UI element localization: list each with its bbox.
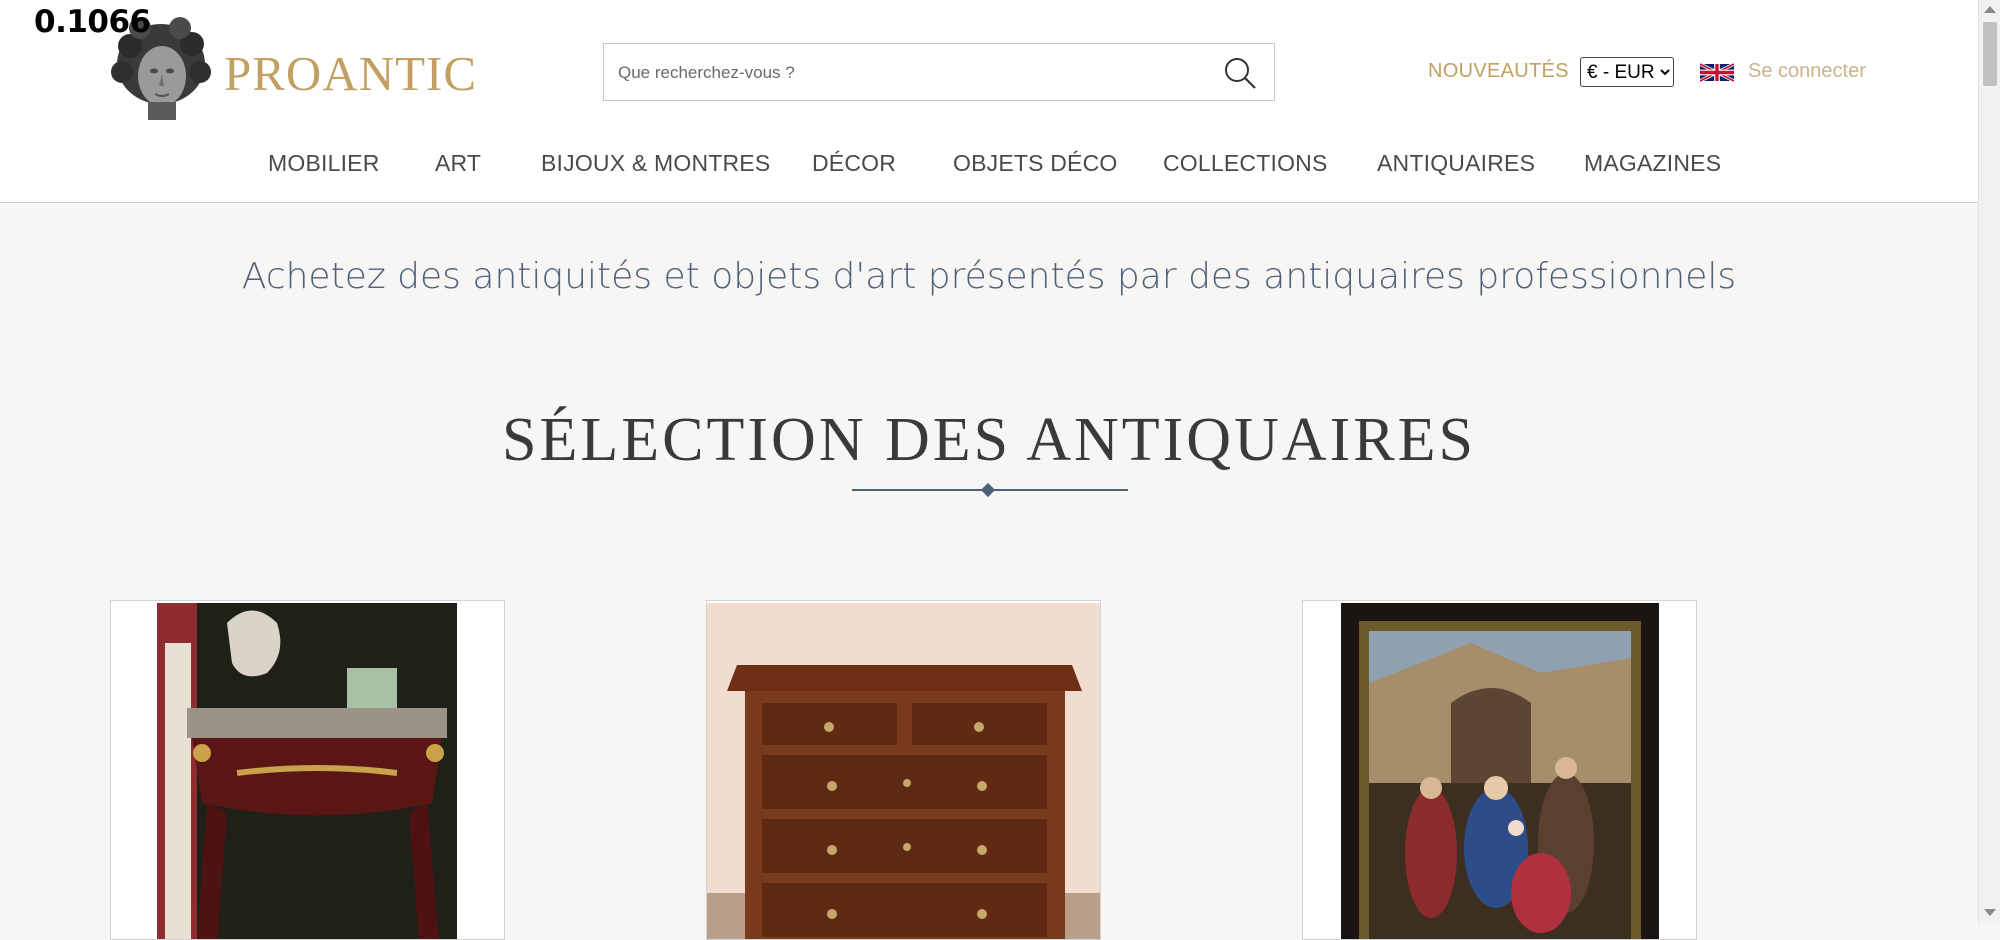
currency-select[interactable]: € - EUR: [1580, 57, 1674, 87]
main-nav: MOBILIER ART BIJOUX & MONTRES DÉCOR OBJE…: [0, 150, 1978, 190]
vertical-scrollbar[interactable]: [1978, 0, 2000, 923]
nav-item-mobilier[interactable]: MOBILIER: [268, 150, 380, 177]
search-icon[interactable]: [1222, 55, 1258, 91]
site-header: 0.1066 PROANTIC NOUVEAUTÉS € - EUR Se co…: [0, 0, 1978, 203]
title-divider-diamond: [980, 482, 996, 498]
scroll-up-arrow-icon[interactable]: [1984, 6, 1996, 13]
nav-item-magazines[interactable]: MAGAZINES: [1584, 150, 1721, 177]
nav-item-bijoux-montres[interactable]: BIJOUX & MONTRES: [541, 150, 770, 177]
section-title: SÉLECTION DES ANTIQUAIRES: [502, 406, 1476, 474]
brand-name[interactable]: PROANTIC: [224, 45, 477, 102]
uk-flag-icon[interactable]: [1700, 60, 1734, 85]
nav-item-objets-deco[interactable]: OBJETS DÉCO: [953, 150, 1118, 177]
product-card[interactable]: [110, 600, 505, 940]
nav-item-decor[interactable]: DÉCOR: [812, 150, 896, 177]
nav-item-art[interactable]: ART: [435, 150, 481, 177]
scroll-thumb[interactable]: [1983, 22, 1997, 86]
new-arrivals-link[interactable]: NOUVEAUTÉS: [1428, 60, 1569, 83]
login-link[interactable]: Se connecter: [1748, 60, 1866, 83]
louis-xv-console-table-photo[interactable]: [157, 603, 457, 940]
adoration-of-the-magi-painting-photo[interactable]: [1341, 603, 1659, 940]
product-card[interactable]: [706, 600, 1101, 940]
nav-item-antiquaires[interactable]: ANTIQUAIRES: [1377, 150, 1535, 177]
tagline: Achetez des antiquités et objets d'art p…: [241, 256, 1737, 297]
search-input[interactable]: [616, 56, 1200, 90]
search-box[interactable]: [603, 43, 1275, 101]
scroll-down-arrow-icon[interactable]: [1984, 909, 1996, 916]
debug-value: 0.1066: [34, 4, 151, 40]
nav-item-collections[interactable]: COLLECTIONS: [1163, 150, 1328, 177]
walnut-chest-of-drawers-photo[interactable]: [707, 603, 1101, 940]
product-card[interactable]: [1302, 600, 1697, 940]
